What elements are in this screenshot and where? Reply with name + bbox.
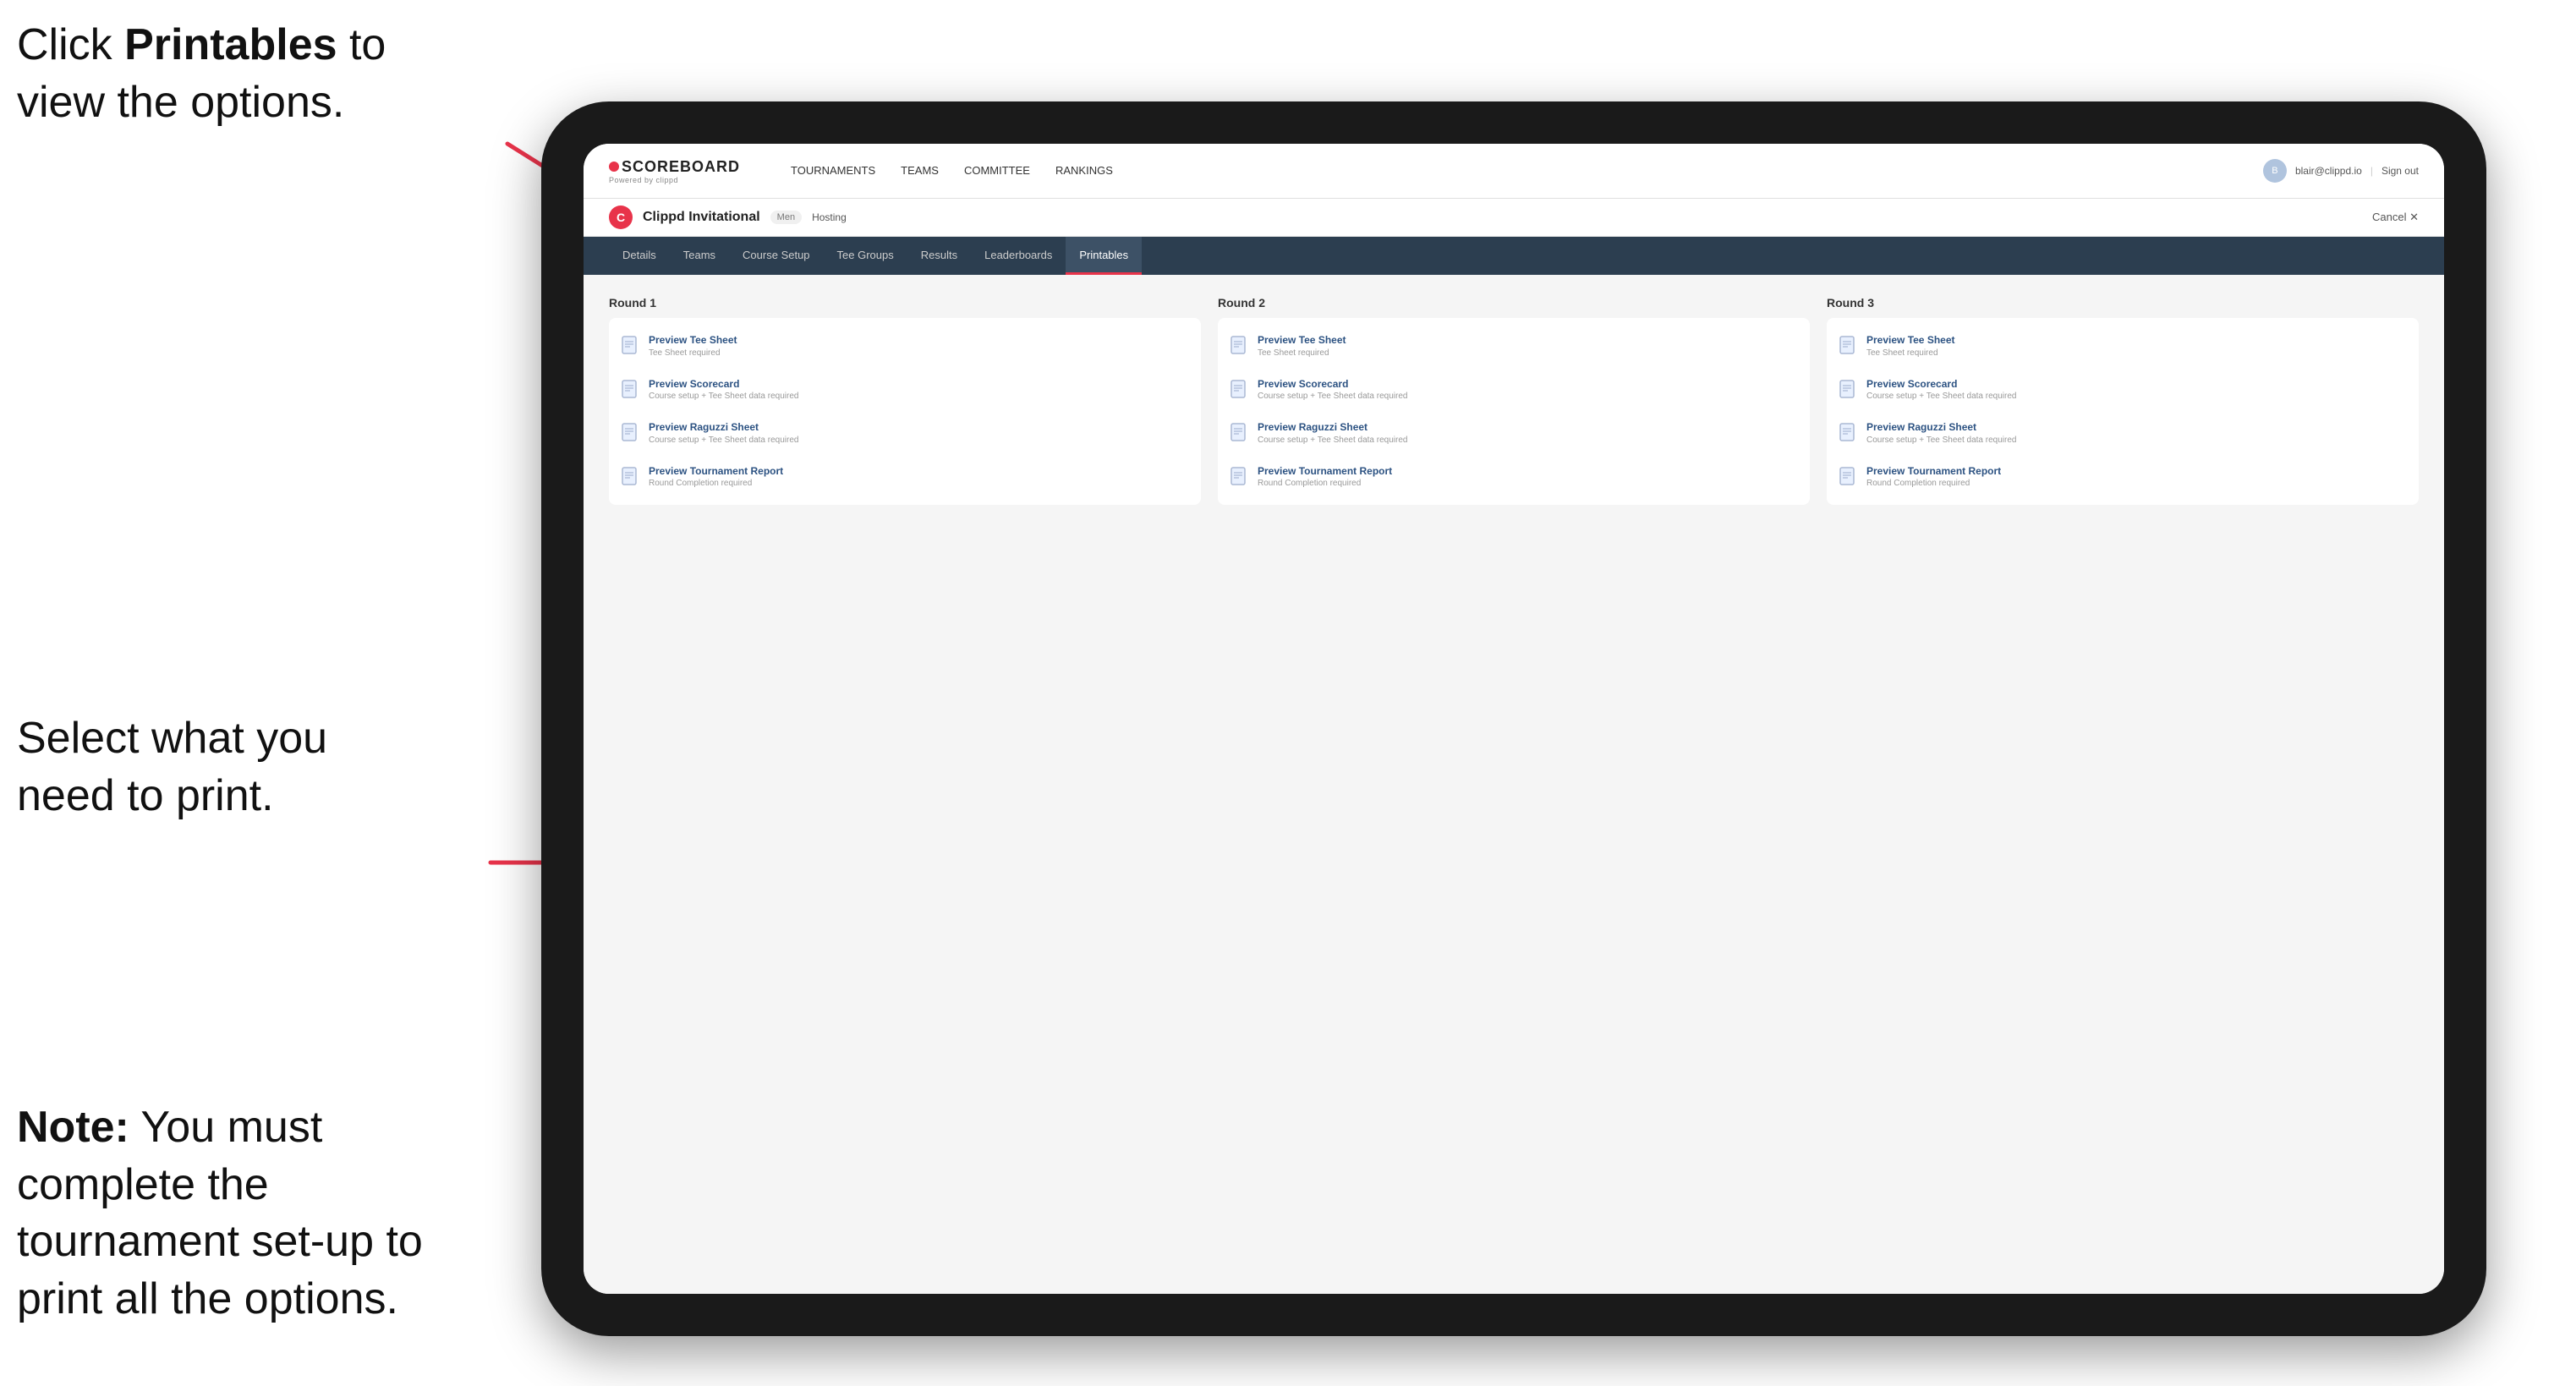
r3-raguzzi[interactable]: Preview Raguzzi Sheet Course setup + Tee… [1839,418,2406,449]
r1-tee-sheet-sub: Tee Sheet required [649,348,737,359]
nav-committee[interactable]: COMMITTEE [964,160,1030,183]
r2-tournament-report[interactable]: Preview Tournament Report Round Completi… [1230,462,1797,493]
tab-course-setup[interactable]: Course Setup [729,237,824,275]
round-3-section: Round 3 Preview Tee Sheet Tee Sheet requ… [1827,296,2419,505]
tab-details[interactable]: Details [609,237,670,275]
round-3-card: Preview Tee Sheet Tee Sheet required Pre… [1827,318,2419,505]
document-icon-11 [1839,423,1858,445]
r2-tee-sheet[interactable]: Preview Tee Sheet Tee Sheet required [1230,331,1797,362]
r2-raguzzi[interactable]: Preview Raguzzi Sheet Course setup + Tee… [1230,418,1797,449]
tablet-screen: SCOREBOARD Powered by clippd TOURNAMENTS… [584,144,2444,1294]
round-2-title: Round 2 [1218,296,1810,310]
tournament-bar: C Clippd Invitational Men Hosting Cancel… [584,199,2444,237]
tab-leaderboards[interactable]: Leaderboards [971,237,1066,275]
r1-tee-sheet-title: Preview Tee Sheet [649,334,737,348]
r3-tee-sheet[interactable]: Preview Tee Sheet Tee Sheet required [1839,331,2406,362]
r1-raguzzi-sub: Course setup + Tee Sheet data required [649,435,798,446]
document-icon [622,336,640,358]
r1-tee-sheet-text: Preview Tee Sheet Tee Sheet required [649,334,737,359]
document-icon-8 [1230,467,1249,489]
r1-raguzzi-text: Preview Raguzzi Sheet Course setup + Tee… [649,421,798,446]
document-icon-2 [622,380,640,402]
tab-teams[interactable]: Teams [670,237,729,275]
tournament-name: Clippd Invitational [643,210,760,225]
round-2-card: Preview Tee Sheet Tee Sheet required Pre… [1218,318,1810,505]
brand-logo-icon [609,162,619,172]
round-1-title: Round 1 [609,296,1201,310]
document-icon-9 [1839,336,1858,358]
user-email: blair@clippd.io [2295,165,2362,177]
document-icon-12 [1839,467,1858,489]
sub-nav: Details Teams Course Setup Tee Groups Re… [584,237,2444,275]
nav-teams[interactable]: TEAMS [901,160,939,183]
r1-raguzzi[interactable]: Preview Raguzzi Sheet Course setup + Tee… [622,418,1188,449]
rounds-grid: Round 1 [609,296,2419,505]
nav-tournaments[interactable]: TOURNAMENTS [791,160,875,183]
printables-bold: Printables [124,20,337,69]
tab-printables[interactable]: Printables [1066,237,1142,275]
r3-tournament-report[interactable]: Preview Tournament Report Round Completi… [1839,462,2406,493]
r1-report-title: Preview Tournament Report [649,465,783,479]
top-nav: SCOREBOARD Powered by clippd TOURNAMENTS… [584,144,2444,199]
r1-raguzzi-title: Preview Raguzzi Sheet [649,421,798,435]
r1-scorecard-sub: Course setup + Tee Sheet data required [649,391,798,402]
tournament-status: Hosting [812,211,847,223]
nav-rankings[interactable]: RANKINGS [1055,160,1113,183]
r2-scorecard[interactable]: Preview Scorecard Course setup + Tee She… [1230,375,1797,406]
note-bold: Note: [17,1103,129,1152]
cancel-button[interactable]: Cancel ✕ [2372,211,2419,224]
document-icon-3 [622,423,640,445]
r3-scorecard[interactable]: Preview Scorecard Course setup + Tee She… [1839,375,2406,406]
tournament-logo: C [609,205,633,229]
round-2-section: Round 2 Preview Tee Sheet Tee Sheet requ… [1218,296,1810,505]
document-icon-4 [622,467,640,489]
tab-results[interactable]: Results [907,237,971,275]
document-icon-7 [1230,423,1249,445]
document-icon-5 [1230,336,1249,358]
top-nav-right: B blair@clippd.io | Sign out [2263,159,2419,183]
user-avatar: B [2263,159,2287,183]
tab-tee-groups[interactable]: Tee Groups [824,237,907,275]
tablet-frame: SCOREBOARD Powered by clippd TOURNAMENTS… [541,101,2486,1336]
brand-title: SCOREBOARD [622,158,740,176]
r1-scorecard-title: Preview Scorecard [649,378,798,392]
round-1-card: Preview Tee Sheet Tee Sheet required [609,318,1201,505]
main-content: Round 1 [584,275,2444,1294]
tournament-badge: Men [770,211,802,224]
brand: SCOREBOARD Powered by clippd [609,158,740,184]
r1-report-sub: Round Completion required [649,478,783,489]
instruction-middle: Select what you need to print. [17,710,423,824]
round-1-section: Round 1 [609,296,1201,505]
instruction-bottom: Note: You must complete the tournament s… [17,1099,423,1328]
round-3-title: Round 3 [1827,296,2419,310]
r1-report-text: Preview Tournament Report Round Completi… [649,465,783,490]
r1-scorecard-text: Preview Scorecard Course setup + Tee She… [649,378,798,403]
tournament-info: C Clippd Invitational Men Hosting [609,205,847,229]
r1-tee-sheet[interactable]: Preview Tee Sheet Tee Sheet required [622,331,1188,362]
brand-sub: Powered by clippd [609,176,740,184]
r1-scorecard[interactable]: Preview Scorecard Course setup + Tee She… [622,375,1188,406]
document-icon-6 [1230,380,1249,402]
r1-tournament-report[interactable]: Preview Tournament Report Round Completi… [622,462,1188,493]
document-icon-10 [1839,380,1858,402]
instruction-top: Click Printables to view the options. [17,17,423,131]
top-nav-links: TOURNAMENTS TEAMS COMMITTEE RANKINGS [791,160,2229,183]
sign-out-link[interactable]: Sign out [2381,165,2419,177]
